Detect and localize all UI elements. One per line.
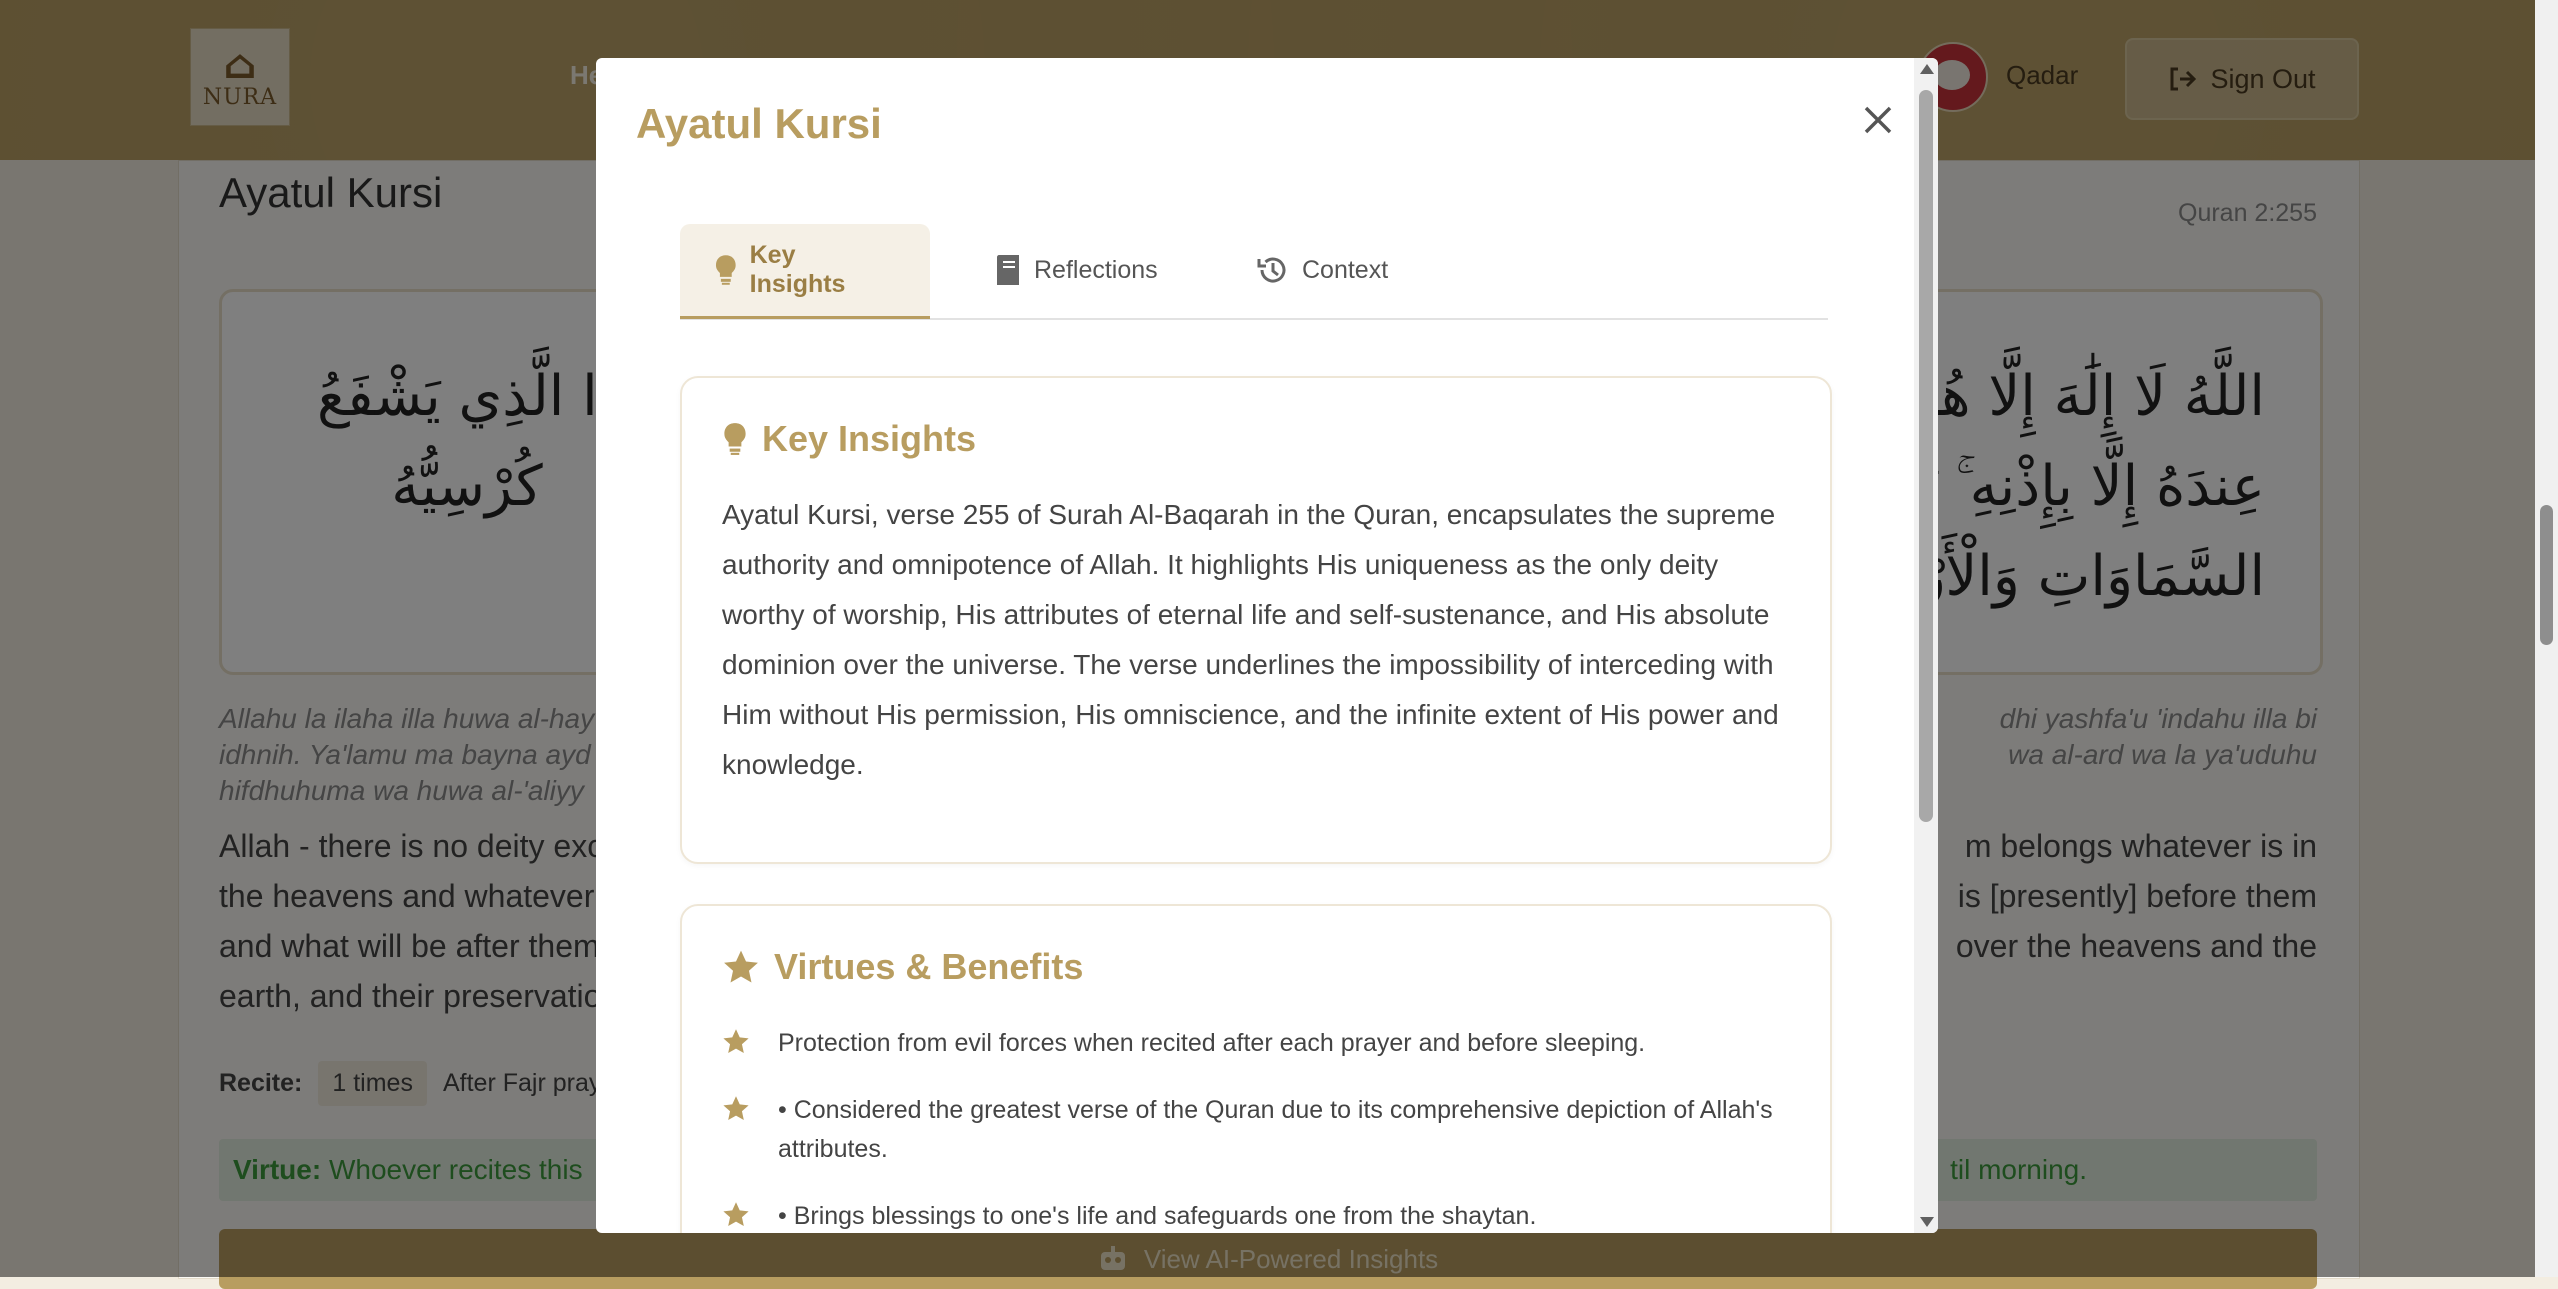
virtue-item-text: Protection from evil forces when recited… [778, 1029, 1646, 1057]
tab-label: Reflections [1034, 255, 1158, 284]
book-icon [997, 255, 1019, 285]
virtue-item-text: • Considered the greatest verse of the Q… [778, 1096, 1773, 1163]
close-button[interactable] [1848, 90, 1908, 150]
lightbulb-icon [715, 255, 736, 285]
virtues-list: Protection from evil forces when recited… [722, 1024, 1792, 1233]
lightbulb-icon [724, 423, 746, 455]
star-icon [724, 950, 758, 983]
tab-reflections[interactable]: Reflections [960, 224, 1192, 316]
modal-title: Ayatul Kursi [636, 100, 882, 147]
scrollbar-thumb[interactable] [1919, 90, 1933, 822]
star-icon [723, 1202, 749, 1227]
modal-tabs: Key Insights Reflections Context [680, 224, 1828, 320]
scroll-up-arrow-icon[interactable] [1920, 64, 1934, 74]
star-icon [723, 1029, 749, 1054]
list-item: Protection from evil forces when recited… [722, 1024, 1792, 1063]
tab-key-insights[interactable]: Key Insights [680, 224, 930, 319]
virtues-panel: Virtues & Benefits Protection from evil … [680, 904, 1832, 1233]
virtues-title: Virtues & Benefits [774, 946, 1084, 987]
tab-context[interactable]: Context [1222, 224, 1422, 316]
page-scrollbar[interactable] [2535, 0, 2558, 1277]
close-icon [1864, 106, 1892, 134]
history-icon [1257, 257, 1286, 283]
list-item: • Considered the greatest verse of the Q… [722, 1091, 1792, 1169]
key-insights-title: Key Insights [762, 418, 977, 459]
star-icon [723, 1096, 749, 1121]
key-insights-panel: Key Insights Ayatul Kursi, verse 255 of … [680, 376, 1832, 864]
tab-label: Key Insights [749, 241, 846, 298]
tab-label: Context [1302, 255, 1389, 284]
virtue-item-text: • Brings blessings to one's life and saf… [778, 1202, 1537, 1230]
key-insights-text: Ayatul Kursi, verse 255 of Surah Al-Baqa… [722, 499, 1779, 780]
scroll-down-arrow-icon[interactable] [1920, 1217, 1934, 1227]
insights-modal: Ayatul Kursi Key Insights Reflections Co… [596, 58, 1938, 1233]
list-item: • Brings blessings to one's life and saf… [722, 1197, 1792, 1233]
modal-scrollbar[interactable] [1914, 58, 1938, 1233]
